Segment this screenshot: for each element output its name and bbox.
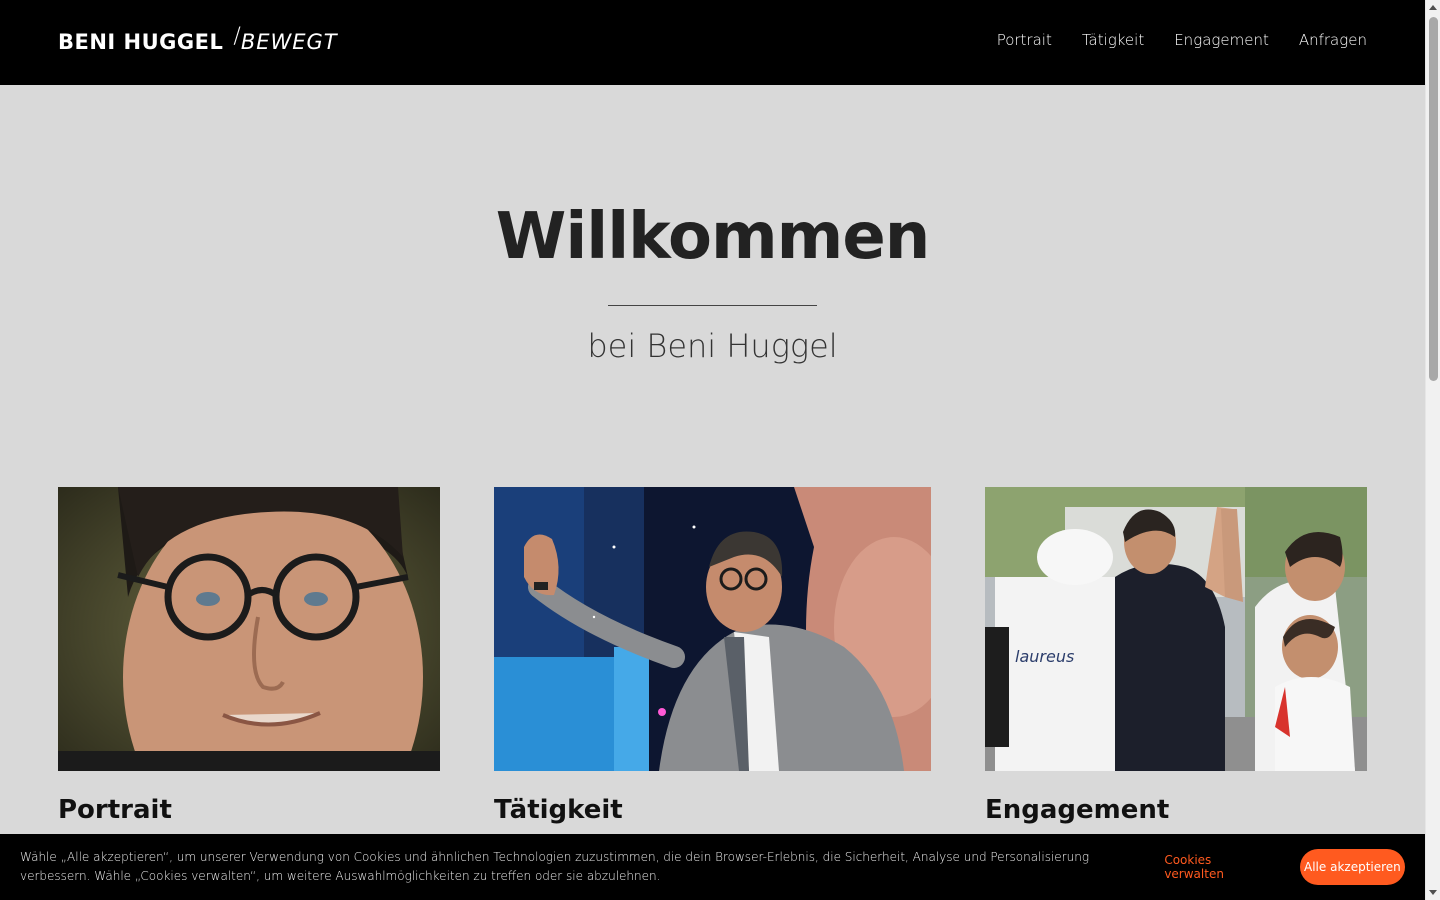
card-taetigkeit[interactable]: Tätigkeit — [494, 487, 931, 825]
nav-anfragen[interactable]: Anfragen — [1299, 31, 1367, 49]
scroll-up-arrow-icon[interactable] — [1429, 5, 1437, 10]
nav-taetigkeit[interactable]: Tätigkeit — [1082, 31, 1144, 49]
logo-slash: / — [233, 24, 241, 49]
card-title[interactable]: Engagement — [985, 795, 1367, 825]
speaker-photo[interactable] — [494, 487, 931, 771]
cookie-banner: Wähle „Alle akzeptieren“, um unserer Ver… — [0, 834, 1425, 900]
hero-divider — [608, 305, 817, 306]
hero-subtitle: bei Beni Huggel — [587, 327, 838, 365]
portrait-photo-illustration — [58, 487, 440, 771]
engagement-photo-illustration: laureus — [985, 487, 1367, 771]
accept-all-cookies-button[interactable]: Alle akzeptieren — [1299, 849, 1405, 885]
engagement-photo[interactable]: laureus — [985, 487, 1367, 771]
cookies-manage-link[interactable]: Cookies verwalten — [1164, 853, 1272, 881]
card-engagement[interactable]: laureus Engagement — [985, 487, 1367, 825]
card-portrait[interactable]: Portrait — [58, 487, 440, 825]
main-nav: Portrait Tätigkeit Engagement Anfragen — [997, 31, 1367, 49]
speaker-photo-illustration — [494, 487, 931, 771]
logo-name: BENI HUGGEL — [58, 30, 224, 54]
nav-portrait[interactable]: Portrait — [997, 31, 1052, 49]
card-title[interactable]: Tätigkeit — [494, 795, 931, 825]
card-title[interactable]: Portrait — [58, 795, 440, 825]
portrait-photo[interactable] — [58, 487, 440, 771]
svg-text:laureus: laureus — [1015, 647, 1074, 666]
page-scrollbar[interactable] — [1425, 0, 1440, 900]
cookie-banner-text: Wähle „Alle akzeptieren“, um unserer Ver… — [20, 850, 1090, 883]
logo-tagline: BEWEGT — [240, 30, 338, 54]
hero-title: Willkommen — [495, 200, 931, 274]
scroll-down-arrow-icon[interactable] — [1429, 890, 1437, 895]
site-header: BENI HUGGEL / BEWEGT Portrait Tätigkeit … — [0, 0, 1425, 85]
site-logo[interactable]: BENI HUGGEL / BEWEGT — [58, 24, 338, 55]
scrollbar-thumb[interactable] — [1429, 17, 1438, 381]
nav-engagement[interactable]: Engagement — [1174, 31, 1269, 49]
